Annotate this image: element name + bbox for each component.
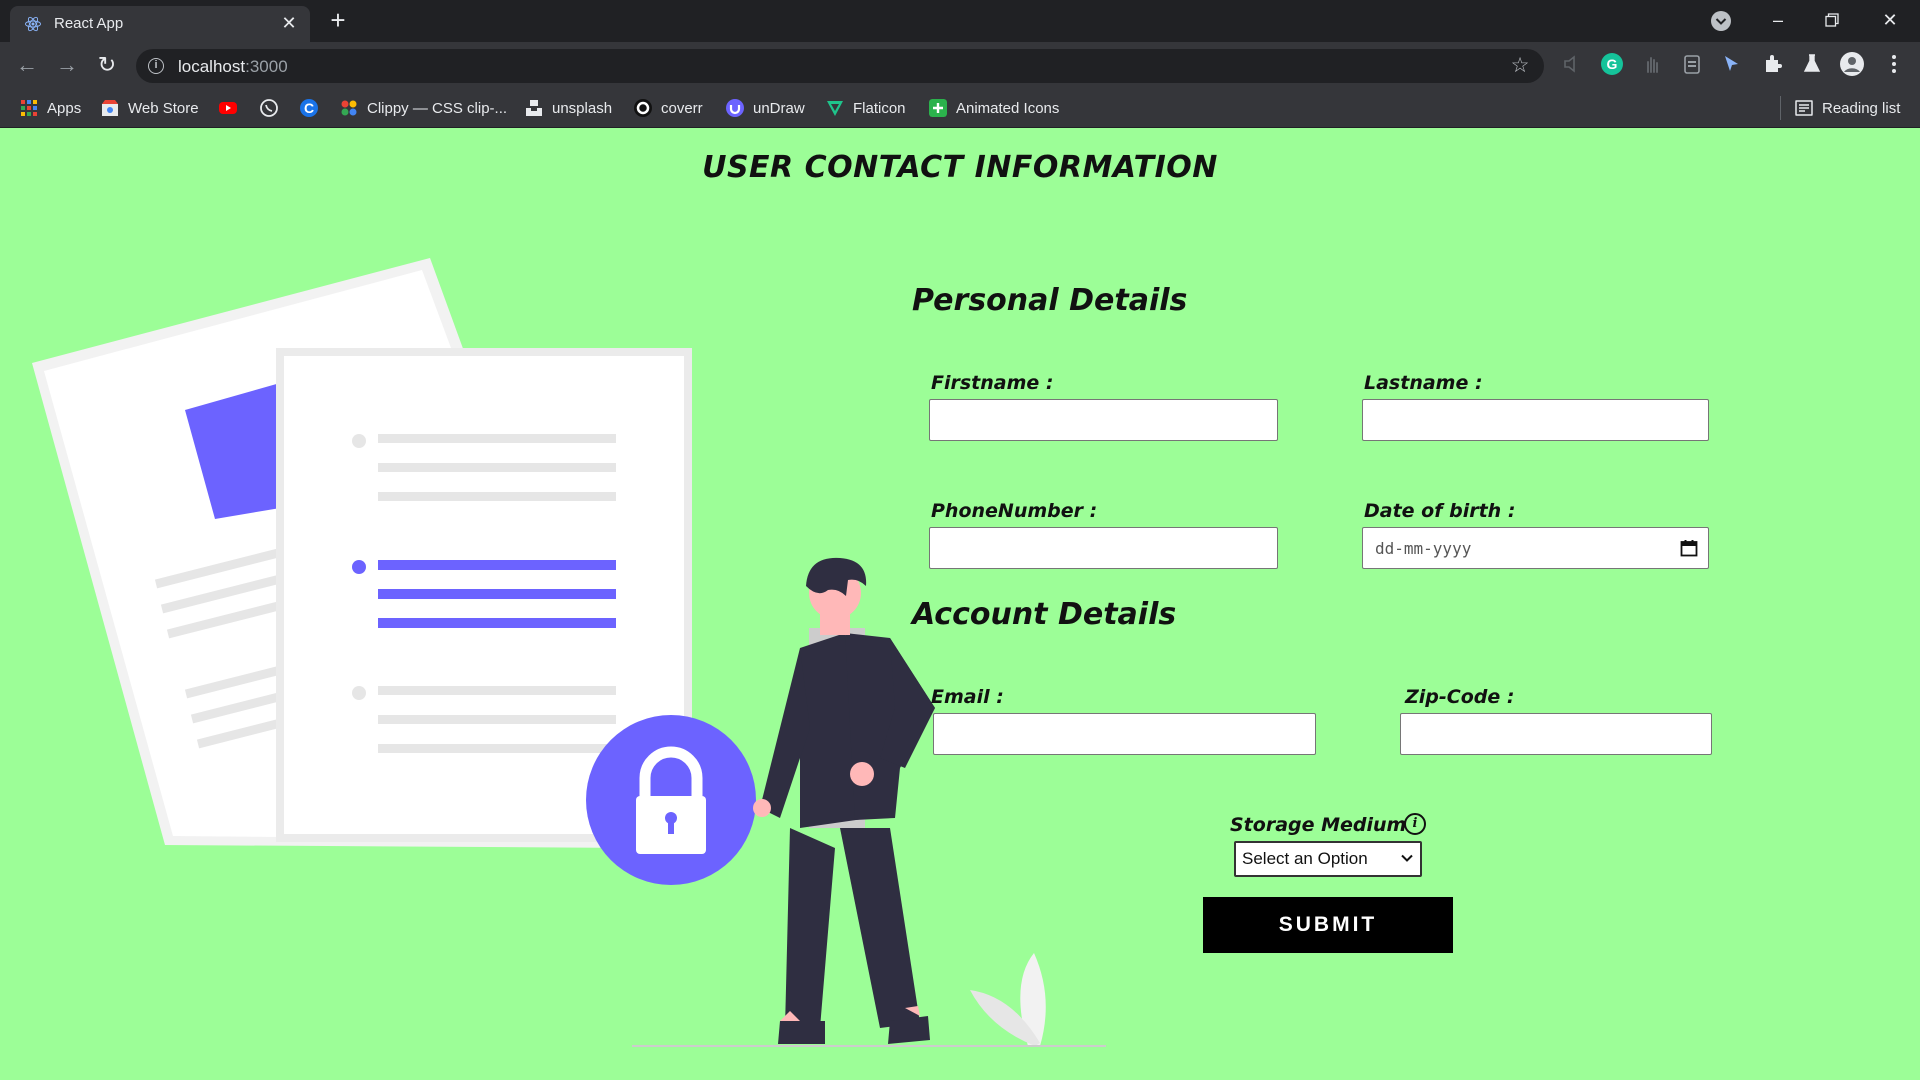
select-value: Select an Option bbox=[1242, 849, 1368, 868]
close-window-button[interactable]: ✕ bbox=[1870, 6, 1910, 34]
hand-icon[interactable] bbox=[1640, 52, 1664, 76]
forward-icon[interactable]: → bbox=[52, 50, 82, 80]
personal-details-heading: Personal Details bbox=[912, 283, 1188, 318]
bookmark-unsplash[interactable]: unsplash bbox=[525, 97, 612, 119]
reading-list[interactable]: Reading list bbox=[1795, 97, 1900, 119]
bookmark-label: Flaticon bbox=[853, 99, 906, 117]
audio-icon[interactable] bbox=[1560, 52, 1584, 76]
calendar-icon[interactable] bbox=[1680, 539, 1698, 557]
bookmark-clippy[interactable]: Clippy — CSS clip-... bbox=[340, 97, 507, 119]
site-info-icon[interactable]: i bbox=[148, 58, 164, 74]
c-logo-icon: C bbox=[300, 99, 318, 117]
page-title: USER CONTACT INFORMATION bbox=[702, 150, 1218, 185]
bookmark-label: unsplash bbox=[552, 99, 613, 117]
browser-tab[interactable]: React App ✕ bbox=[10, 6, 310, 42]
zip-code-input[interactable] bbox=[1400, 713, 1712, 755]
new-tab-button[interactable]: + bbox=[324, 7, 352, 35]
clipboard-icon[interactable] bbox=[1680, 52, 1704, 76]
storage-medium-select[interactable]: Select an Option bbox=[1234, 841, 1422, 877]
lastname-input[interactable] bbox=[1362, 399, 1709, 441]
undraw-icon bbox=[726, 99, 744, 117]
bookmark-apps[interactable]: Apps bbox=[20, 97, 81, 119]
address-bar[interactable]: i localhost:3000 ☆ bbox=[136, 49, 1544, 83]
bookmark-undraw[interactable]: unDraw bbox=[726, 97, 805, 119]
apps-grid-icon bbox=[21, 100, 37, 116]
grammarly-icon[interactable]: G bbox=[1600, 52, 1624, 76]
bookmark-youtube[interactable] bbox=[219, 97, 237, 119]
web-store-icon bbox=[102, 100, 118, 116]
storage-medium-label: Storage Medium bbox=[1230, 814, 1407, 836]
bookmarks-separator bbox=[1780, 96, 1781, 120]
info-icon[interactable]: i bbox=[1404, 813, 1426, 835]
menu-icon[interactable] bbox=[1882, 52, 1906, 76]
whatsapp-icon bbox=[260, 99, 278, 117]
bookmark-label: Apps bbox=[47, 99, 82, 117]
bookmark-web-store[interactable]: Web Store bbox=[101, 97, 199, 119]
youtube-icon bbox=[219, 102, 237, 114]
bookmark-label: coverr bbox=[661, 99, 703, 117]
bookmark-label: Web Store bbox=[128, 99, 199, 117]
bookmarks-bar: Apps Web Store C Clippy — CSS clip-... u… bbox=[0, 88, 1920, 128]
bookmark-animated-icons[interactable]: Animated Icons bbox=[929, 97, 1059, 119]
dob-label: Date of birth : bbox=[1364, 500, 1516, 522]
reading-list-icon bbox=[1795, 100, 1813, 116]
minimize-button[interactable]: – bbox=[1758, 6, 1798, 34]
url-host: localhost bbox=[178, 57, 246, 76]
firstname-label: Firstname : bbox=[931, 372, 1054, 394]
zip-code-label: Zip-Code : bbox=[1405, 686, 1515, 708]
bookmark-star-icon[interactable]: ☆ bbox=[1508, 54, 1532, 78]
bookmark-label: unDraw bbox=[753, 99, 805, 117]
email-input[interactable] bbox=[933, 713, 1316, 755]
close-tab-icon[interactable]: ✕ bbox=[278, 12, 300, 34]
tab-title: React App bbox=[54, 15, 124, 32]
bookmark-label: Clippy — CSS clip-... bbox=[367, 99, 508, 117]
submit-button[interactable]: SUBMIT bbox=[1203, 897, 1453, 953]
flaticon-icon bbox=[827, 101, 843, 116]
url-port: :3000 bbox=[245, 57, 288, 76]
labs-icon[interactable] bbox=[1800, 52, 1824, 76]
coverr-icon bbox=[634, 99, 652, 117]
bookmark-flaticon[interactable]: Flaticon bbox=[826, 97, 906, 119]
bookmark-label: Animated Icons bbox=[956, 99, 1060, 117]
lastname-label: Lastname : bbox=[1364, 372, 1483, 394]
bookmark-c[interactable]: C bbox=[300, 97, 318, 119]
phonenumber-input[interactable] bbox=[929, 527, 1278, 569]
bookmark-whatsapp[interactable] bbox=[260, 97, 278, 119]
dob-placeholder: dd-mm-yyyy bbox=[1375, 538, 1472, 558]
person-illustration bbox=[753, 557, 935, 1044]
restore-button[interactable] bbox=[1812, 6, 1852, 34]
email-label: Email : bbox=[931, 686, 1004, 708]
back-icon[interactable]: ← bbox=[12, 50, 42, 80]
tab-bar: React App ✕ + – ✕ bbox=[0, 0, 1920, 42]
page-content: USER CONTACT INFORMATION Personal Detail… bbox=[0, 128, 1920, 1080]
animated-icons-icon bbox=[929, 99, 947, 117]
clippy-icon bbox=[341, 100, 357, 116]
phonenumber-label: PhoneNumber : bbox=[931, 500, 1098, 522]
chevron-down-icon bbox=[1401, 854, 1413, 862]
tab-search-icon[interactable] bbox=[1710, 10, 1732, 32]
browser-toolbar: ← → ↻ i localhost:3000 ☆ bbox=[0, 42, 1920, 88]
svg-text:C: C bbox=[304, 100, 314, 116]
react-icon bbox=[25, 16, 41, 32]
dob-input[interactable]: dd-mm-yyyy bbox=[1362, 527, 1709, 569]
bookmark-coverr[interactable]: coverr bbox=[634, 97, 703, 119]
unsplash-icon bbox=[526, 100, 542, 116]
cursor-icon[interactable] bbox=[1720, 52, 1744, 76]
extensions-icon[interactable] bbox=[1760, 52, 1784, 76]
reload-icon[interactable]: ↻ bbox=[92, 50, 122, 80]
reading-list-label: Reading list bbox=[1822, 99, 1901, 117]
url-text: localhost:3000 bbox=[178, 57, 288, 77]
lock-icon bbox=[586, 715, 756, 885]
firstname-input[interactable] bbox=[929, 399, 1278, 441]
svg-text:G: G bbox=[1607, 56, 1618, 72]
profile-avatar-icon[interactable] bbox=[1840, 52, 1864, 76]
account-details-heading: Account Details bbox=[912, 597, 1177, 632]
